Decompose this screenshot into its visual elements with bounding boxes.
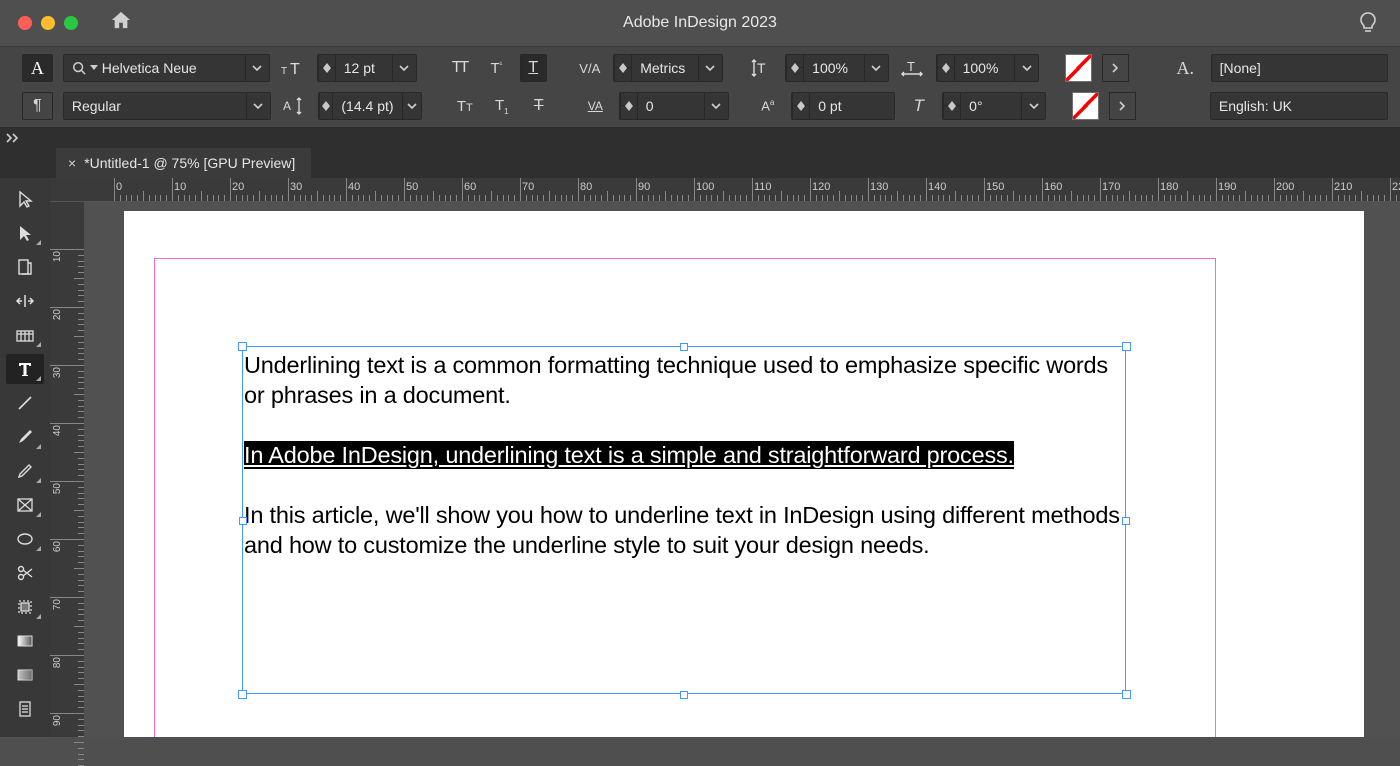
- kerning-select[interactable]: Metrics: [613, 54, 722, 82]
- skew-icon: T: [905, 92, 932, 120]
- font-size-icon: TT: [280, 54, 307, 82]
- frame-handle[interactable]: [680, 343, 688, 351]
- font-family-value: Helvetica Neue: [102, 60, 197, 76]
- svg-text:T: T: [757, 60, 766, 76]
- baseline-shift-icon: Aa: [754, 92, 781, 120]
- close-tab-icon[interactable]: ×: [68, 155, 76, 171]
- horizontal-ruler[interactable]: 0102030405060708090100110120130140150160…: [84, 178, 1400, 202]
- content-collector-tool[interactable]: [6, 320, 44, 350]
- character-style-select[interactable]: [None]: [1211, 54, 1388, 82]
- kerning-value: Metrics: [632, 60, 693, 76]
- spinner-icon[interactable]: [318, 55, 336, 81]
- frame-handle[interactable]: [1122, 342, 1131, 351]
- horizontal-scale-value: 100%: [955, 60, 1007, 76]
- subscript-button[interactable]: T1: [488, 92, 515, 120]
- svg-text:T: T: [907, 59, 915, 74]
- direct-selection-tool[interactable]: [6, 218, 44, 248]
- character-styles-icon: A.: [1170, 54, 1201, 82]
- fill-popup-button[interactable]: [1102, 54, 1129, 82]
- language-value: English: UK: [1211, 98, 1300, 114]
- horizontal-scale-icon: T: [899, 54, 926, 82]
- font-size-value: 12 pt: [336, 60, 383, 76]
- home-icon[interactable]: [110, 10, 132, 36]
- svg-text:T: T: [281, 66, 287, 77]
- skew-select[interactable]: 0°: [942, 92, 1046, 120]
- pen-tool[interactable]: [6, 422, 44, 452]
- tracking-icon: VA: [582, 92, 609, 120]
- close-window-button[interactable]: [18, 16, 32, 30]
- frame-handle[interactable]: [1122, 517, 1130, 525]
- frame-handle[interactable]: [239, 517, 247, 525]
- all-caps-button[interactable]: TT: [446, 54, 473, 82]
- frame-handle[interactable]: [1122, 690, 1131, 699]
- control-panel: A Helvetica Neue TT 12 pt TT T¹ T: [0, 46, 1400, 128]
- tracking-select[interactable]: 0: [619, 92, 729, 120]
- text-frame-selection[interactable]: [242, 346, 1126, 694]
- superscript-button[interactable]: T¹: [483, 54, 510, 82]
- canvas[interactable]: Underlining text is a common formatting …: [84, 202, 1400, 737]
- skew-value: 0°: [961, 98, 990, 114]
- stroke-swatch[interactable]: [1072, 92, 1099, 120]
- leading-value: (14.4 pt): [333, 98, 401, 114]
- character-mode-button[interactable]: A: [22, 54, 53, 82]
- tracking-value: 0: [638, 98, 662, 114]
- maximize-window-button[interactable]: [64, 16, 78, 30]
- svg-text:T: T: [290, 61, 300, 77]
- stroke-popup-button[interactable]: [1109, 92, 1136, 120]
- rectangle-frame-tool[interactable]: [6, 490, 44, 520]
- fill-swatch[interactable]: [1065, 54, 1092, 82]
- language-select[interactable]: English: UK: [1210, 92, 1388, 120]
- gradient-swatch-tool[interactable]: [6, 626, 44, 656]
- frame-handle[interactable]: [238, 690, 247, 699]
- vertical-ruler[interactable]: 102030405060708090: [50, 178, 84, 737]
- font-style-value: Regular: [64, 98, 129, 114]
- type-tool[interactable]: [6, 354, 44, 384]
- tools-panel: [0, 178, 50, 737]
- pencil-tool[interactable]: [6, 456, 44, 486]
- strikethrough-button[interactable]: T: [525, 92, 552, 120]
- underline-button[interactable]: T: [520, 54, 547, 82]
- leading-select[interactable]: (14.4 pt): [318, 92, 422, 120]
- svg-text:A: A: [283, 99, 291, 113]
- free-transform-tool[interactable]: [6, 592, 44, 622]
- title-bar: Adobe InDesign 2023: [0, 0, 1400, 46]
- character-style-value: [None]: [1212, 60, 1269, 76]
- window-controls: [18, 16, 78, 30]
- font-family-select[interactable]: Helvetica Neue: [63, 54, 270, 82]
- page-tool[interactable]: [6, 252, 44, 282]
- baseline-shift-value: 0 pt: [810, 98, 849, 114]
- small-caps-button[interactable]: TT: [451, 92, 478, 120]
- minimize-window-button[interactable]: [41, 16, 55, 30]
- font-style-select[interactable]: Regular: [63, 92, 271, 120]
- leading-icon: A: [281, 92, 308, 120]
- frame-handle[interactable]: [238, 342, 247, 351]
- paragraph-mode-button[interactable]: ¶: [22, 92, 53, 120]
- document-tab-bar: × *Untitled-1 @ 75% [GPU Preview]: [0, 148, 1400, 178]
- ellipse-tool[interactable]: [6, 524, 44, 554]
- chevron-down-icon: [245, 55, 269, 81]
- document-tab[interactable]: × *Untitled-1 @ 75% [GPU Preview]: [56, 148, 311, 178]
- panel-collapse-button[interactable]: [0, 128, 1400, 148]
- selection-tool[interactable]: [6, 184, 44, 214]
- vertical-scale-value: 100%: [804, 60, 856, 76]
- horizontal-scale-select[interactable]: 100%: [936, 54, 1040, 82]
- tips-icon[interactable]: [1358, 11, 1378, 36]
- line-tool[interactable]: [6, 388, 44, 418]
- document-tab-label: *Untitled-1 @ 75% [GPU Preview]: [84, 155, 295, 171]
- vertical-scale-icon: T: [748, 54, 775, 82]
- font-size-select[interactable]: 12 pt: [317, 54, 417, 82]
- scissors-tool[interactable]: [6, 558, 44, 588]
- gap-tool[interactable]: [6, 286, 44, 316]
- app-title: Adobe InDesign 2023: [623, 14, 777, 32]
- gradient-feather-tool[interactable]: [6, 660, 44, 690]
- vertical-scale-select[interactable]: 100%: [785, 54, 889, 82]
- frame-handle[interactable]: [680, 691, 688, 699]
- baseline-shift-select[interactable]: 0 pt: [791, 92, 895, 120]
- note-tool[interactable]: [6, 694, 44, 724]
- kerning-icon: V/A: [576, 54, 603, 82]
